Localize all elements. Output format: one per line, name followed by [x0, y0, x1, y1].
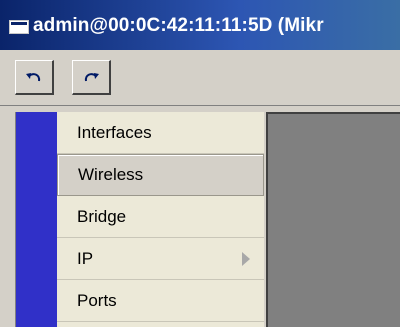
window-icon [9, 20, 29, 34]
menu-item-ports[interactable]: Ports [57, 280, 264, 322]
menu-item-label: Ports [77, 290, 117, 310]
menu-item-interfaces[interactable]: Interfaces [57, 112, 264, 154]
undo-button[interactable] [15, 60, 54, 95]
menu-item-wireless[interactable]: Wireless [57, 154, 264, 196]
menu-item-bridge[interactable]: Bridge [57, 196, 264, 238]
menu-item-label: Bridge [77, 206, 127, 226]
redo-icon [84, 73, 99, 82]
menu-item-label: Wireless [78, 165, 144, 184]
menu-item-label: IP [77, 248, 94, 268]
menu-item-label: Interfaces [77, 122, 152, 142]
window-title: admin@00:0C:42:11:11:5D (Mikr [33, 15, 324, 36]
menu-side-strip [15, 112, 57, 327]
workspace-area [266, 112, 400, 327]
main-menu: Interfaces Wireless Bridge IP Ports [57, 112, 264, 327]
redo-button[interactable] [72, 60, 111, 95]
submenu-arrow-icon [242, 252, 250, 266]
main-area: Interfaces Wireless Bridge IP Ports [0, 107, 400, 327]
menu-item-ip[interactable]: IP [57, 238, 264, 280]
title-bar[interactable]: admin@00:0C:42:11:11:5D (Mikr [0, 0, 400, 50]
undo-icon [26, 73, 41, 82]
toolbar [0, 50, 400, 106]
